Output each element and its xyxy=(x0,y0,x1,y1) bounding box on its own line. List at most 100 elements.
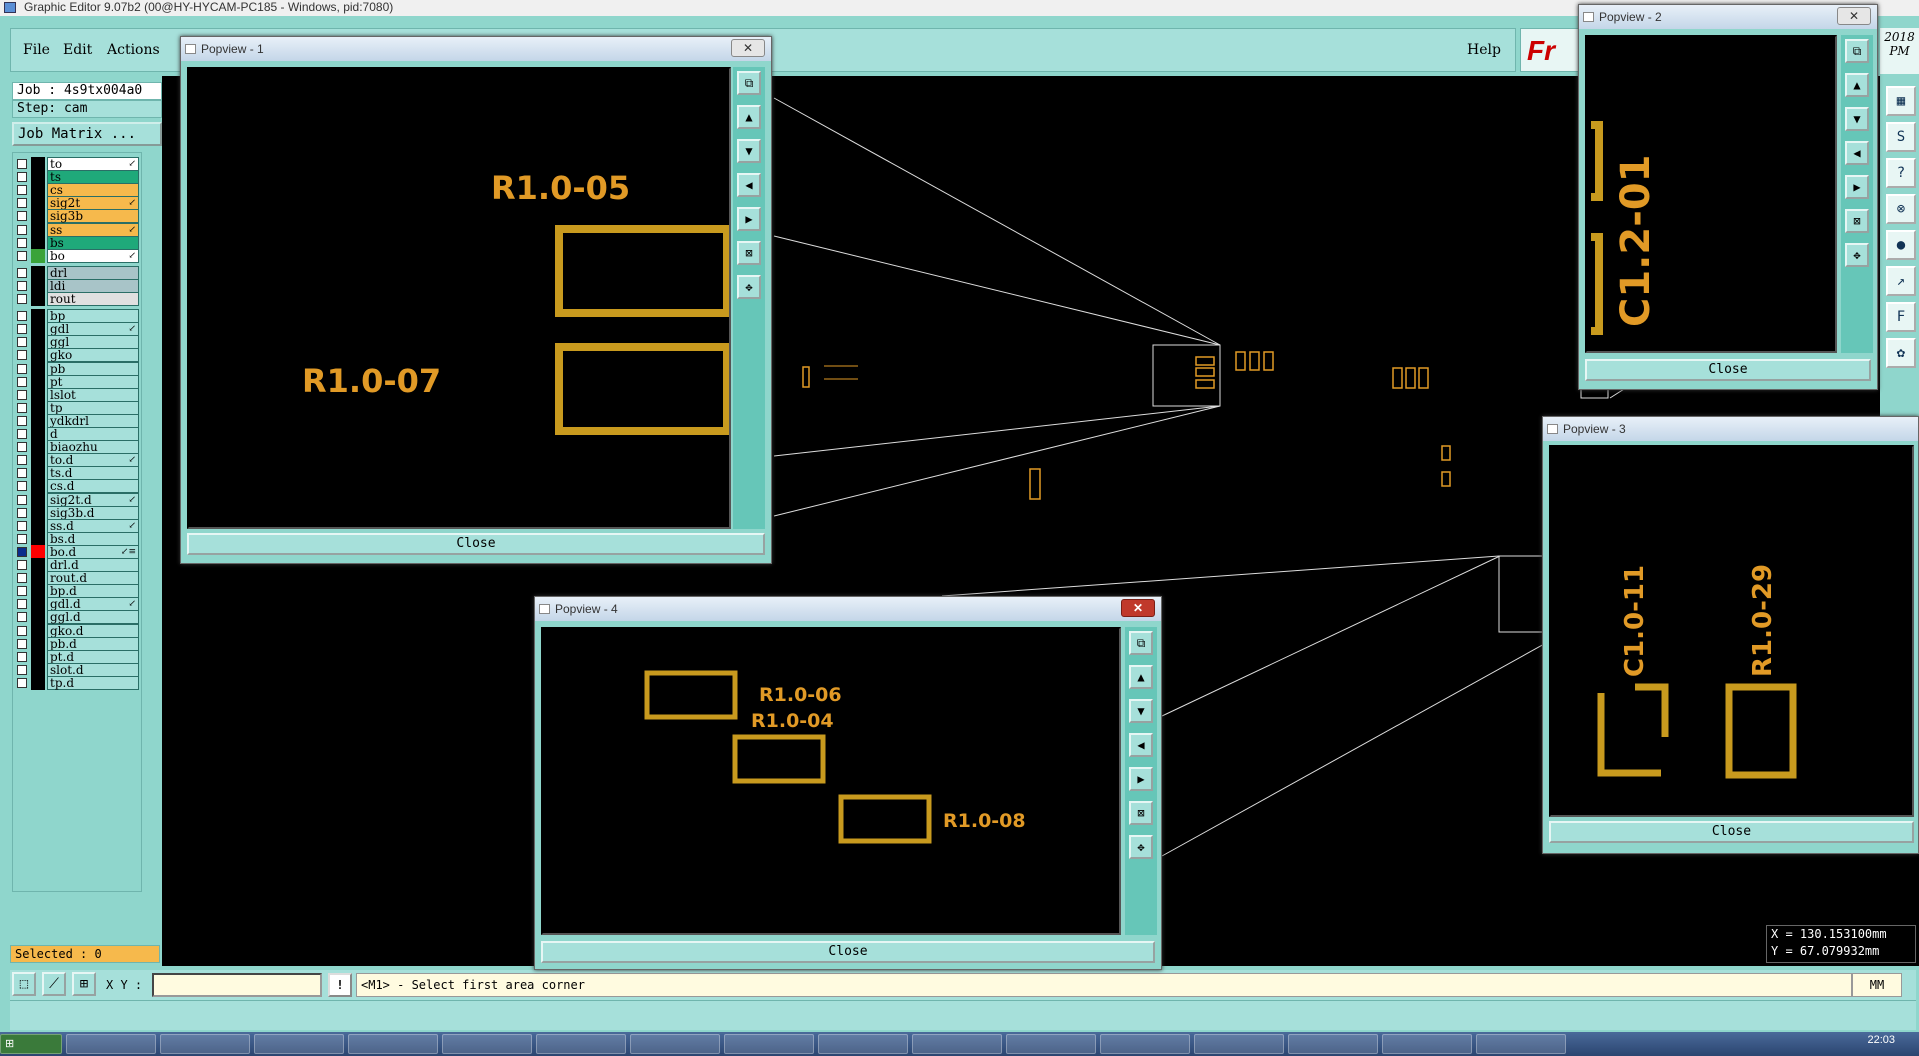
layer-row-tp-d[interactable]: tp.d xyxy=(17,675,139,690)
layer-name[interactable]: slot.d xyxy=(47,662,139,677)
layer-checkbox[interactable] xyxy=(17,599,27,610)
layer-row-cs-d[interactable]: cs.d xyxy=(17,479,139,494)
layer-row-bo-d[interactable]: bo.d ↙≡ xyxy=(17,544,139,559)
pan-up-icon[interactable]: ▲ xyxy=(737,105,761,129)
layer-checkbox[interactable] xyxy=(17,546,27,557)
pan-up-icon[interactable]: ▲ xyxy=(1129,665,1153,689)
layer-checkbox[interactable] xyxy=(17,211,27,222)
layer-name[interactable]: pt xyxy=(47,374,139,389)
layer-name[interactable]: rout xyxy=(47,292,139,306)
layer-row-ldi[interactable]: ldi xyxy=(17,278,139,293)
layer-name[interactable]: gko xyxy=(47,348,139,363)
measure-icon[interactable]: ⟋ xyxy=(42,972,66,996)
layer-checkbox[interactable] xyxy=(17,442,27,453)
taskbar-item[interactable] xyxy=(66,1034,156,1054)
pan-right-icon[interactable]: ▶ xyxy=(1129,767,1153,791)
layer-name[interactable]: ggl.d xyxy=(47,610,139,625)
layer-color-swatch[interactable] xyxy=(31,479,45,494)
layer-name[interactable]: lslot xyxy=(47,387,139,402)
taskbar-item[interactable] xyxy=(818,1034,908,1054)
layer-color-swatch[interactable] xyxy=(31,544,45,559)
popview-2-titlebar[interactable]: Popview - 2 xyxy=(1579,5,1877,29)
taskbar-item[interactable] xyxy=(1476,1034,1566,1054)
zoom-out-icon[interactable]: ✥ xyxy=(1845,243,1869,267)
layer-name[interactable]: sig3b xyxy=(47,209,139,224)
layer-row-sig3b[interactable]: sig3b xyxy=(17,209,139,224)
layer-color-swatch[interactable] xyxy=(31,623,45,638)
popview-1-view[interactable]: R1.0-05 R1.0-07 xyxy=(187,67,731,529)
layer-name[interactable]: ydkdrl xyxy=(47,413,139,428)
layer-color-swatch[interactable] xyxy=(31,400,45,415)
exclaim-button[interactable]: ! xyxy=(328,973,352,997)
zoom-in-icon[interactable]: ⊠ xyxy=(1845,209,1869,233)
layer-name[interactable]: tp.d xyxy=(47,675,139,690)
layer-name[interactable]: bo ↙ xyxy=(47,248,139,263)
popview-4-titlebar[interactable]: Popview - 4 xyxy=(535,597,1161,621)
layer-row-tp[interactable]: tp xyxy=(17,400,139,415)
layer-name[interactable]: ts.d xyxy=(47,466,139,481)
layer-checkbox[interactable] xyxy=(17,280,27,291)
unit-select[interactable]: MM xyxy=(1852,973,1902,997)
layer-row-sig2t[interactable]: sig2t ↙ xyxy=(17,196,139,211)
layer-color-swatch[interactable] xyxy=(31,675,45,690)
layer-checkbox[interactable] xyxy=(17,494,27,505)
layer-name[interactable]: to.d ↙ xyxy=(47,453,139,468)
layer-row-sig3b-d[interactable]: sig3b.d xyxy=(17,505,139,520)
snap-icon[interactable]: S xyxy=(1886,122,1916,152)
popview-1-titlebar[interactable]: Popview - 1 xyxy=(181,37,771,61)
layer-checkbox[interactable] xyxy=(17,172,27,183)
layer-checkbox[interactable] xyxy=(17,402,27,413)
layer-row-bo[interactable]: bo ↙ xyxy=(17,248,139,263)
layer-name[interactable]: gko.d xyxy=(47,623,139,638)
layer-color-swatch[interactable] xyxy=(31,571,45,586)
layer-color-swatch[interactable] xyxy=(31,235,45,250)
menu-help[interactable]: Help xyxy=(1467,42,1501,58)
layer-row-rout-d[interactable]: rout.d xyxy=(17,571,139,586)
layer-name[interactable]: ss ↙ xyxy=(47,222,139,237)
layer-color-swatch[interactable] xyxy=(31,636,45,651)
layer-row-to[interactable]: to ↙ xyxy=(17,157,139,171)
layer-name[interactable]: sig2t.d ↙ xyxy=(47,492,139,507)
layer-row-rout[interactable]: rout xyxy=(17,292,139,306)
layer-name[interactable]: rout.d xyxy=(47,571,139,586)
popview-2-close-button[interactable]: Close xyxy=(1585,359,1871,381)
layer-checkbox[interactable] xyxy=(17,573,27,584)
layer-checkbox[interactable] xyxy=(17,481,27,492)
layer-name[interactable]: gdl.d ↙ xyxy=(47,597,139,612)
layer-row-ts[interactable]: ts xyxy=(17,170,139,185)
layer-color-swatch[interactable] xyxy=(31,309,45,324)
layer-color-swatch[interactable] xyxy=(31,387,45,402)
layer-name[interactable]: pt.d xyxy=(47,649,139,664)
layer-checkbox[interactable] xyxy=(17,533,27,544)
taskbar-item[interactable] xyxy=(1006,1034,1096,1054)
layer-row-ss[interactable]: ss ↙ xyxy=(17,222,139,237)
taskbar-item[interactable] xyxy=(1100,1034,1190,1054)
layer-name[interactable]: bp xyxy=(47,309,139,324)
layer-checkbox[interactable] xyxy=(17,363,27,374)
layer-color-swatch[interactable] xyxy=(31,492,45,507)
layer-checkbox[interactable] xyxy=(17,267,27,278)
taskbar-item[interactable] xyxy=(1382,1034,1472,1054)
popview-1-close-button[interactable]: Close xyxy=(187,533,765,555)
layer-color-swatch[interactable] xyxy=(31,453,45,468)
layer-row-gko[interactable]: gko xyxy=(17,348,139,363)
layer-row-lslot[interactable]: lslot xyxy=(17,387,139,402)
taskbar-item[interactable] xyxy=(724,1034,814,1054)
layer-row-d[interactable]: d xyxy=(17,427,139,441)
layer-row-to-d[interactable]: to.d ↙ xyxy=(17,453,139,468)
layer-checkbox[interactable] xyxy=(17,677,27,688)
menu-file[interactable]: File xyxy=(23,42,50,58)
layer-row-bp-d[interactable]: bp.d xyxy=(17,584,139,599)
layer-color-swatch[interactable] xyxy=(31,348,45,363)
layer-color-swatch[interactable] xyxy=(31,278,45,293)
fit-icon[interactable]: ⧉ xyxy=(737,71,761,95)
pan-right-icon[interactable]: ▶ xyxy=(737,207,761,231)
layer-checkbox[interactable] xyxy=(17,237,27,248)
menu-edit[interactable]: Edit xyxy=(63,42,92,58)
zoom-in-icon[interactable]: ⊠ xyxy=(1129,801,1153,825)
layer-color-swatch[interactable] xyxy=(31,292,45,306)
query-icon[interactable]: ? xyxy=(1886,158,1916,188)
route-icon[interactable]: ↗ xyxy=(1886,266,1916,296)
taskbar-item[interactable] xyxy=(912,1034,1002,1054)
layer-checkbox[interactable] xyxy=(17,520,27,531)
